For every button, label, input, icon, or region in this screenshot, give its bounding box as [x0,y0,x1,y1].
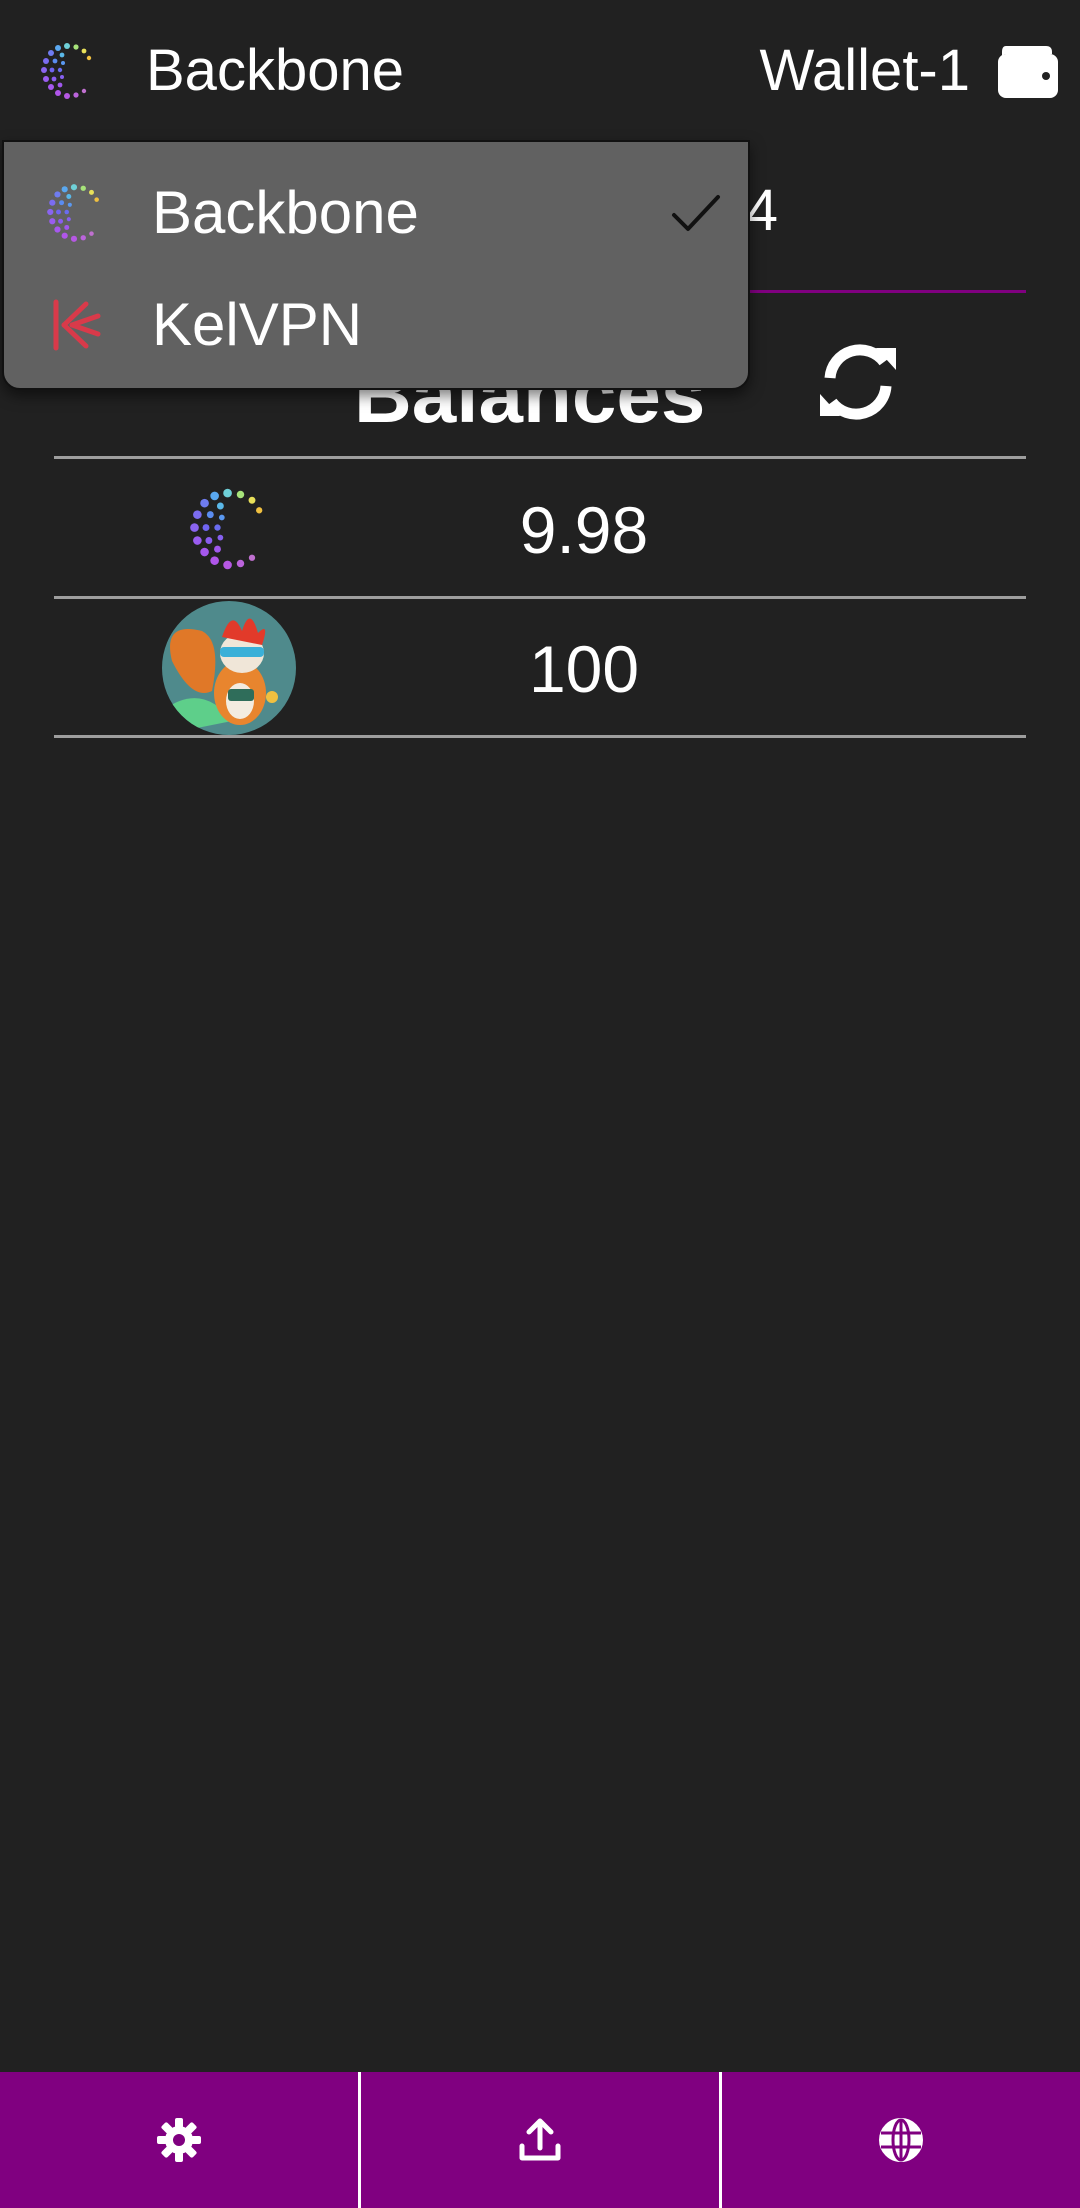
refresh-icon[interactable] [810,334,906,430]
upload-icon [519,2118,561,2161]
wallet-address-fragment: 4 [745,178,778,243]
backbone-logo-icon [41,43,92,99]
token-icon-container [162,601,296,735]
wallet-selector[interactable]: Wallet-1 [759,36,1060,106]
balance-row[interactable]: 9.98 [54,460,1026,599]
wallet-icon [998,46,1058,98]
settings-button[interactable] [0,2072,361,2208]
top-bar: Backbone Wallet-1 [0,0,1080,140]
balance-amount: 9.98 [519,493,649,567]
network-name: Backbone [146,38,404,103]
network-dropdown-menu: Backbone KelVPN [2,140,750,390]
checkmark-icon [672,195,720,231]
balance-row[interactable]: 100 [54,599,1026,738]
squirrel-token-icon [162,601,296,735]
network-option-label: KelVPN [152,291,363,358]
balance-amount: 100 [528,632,640,706]
app-screen: Backbone Wallet-1 4 Balances 9.98 100 Ba… [0,0,1080,2208]
network-option-label: Backbone [152,179,419,246]
kelvpn-logo-icon [53,299,101,351]
send-button[interactable] [361,2072,722,2208]
backbone-logo-icon [47,184,99,242]
network-selector[interactable]: Backbone [36,36,404,106]
network-option-backbone[interactable]: Backbone [4,158,748,268]
bottom-nav-bar [0,2072,1080,2208]
token-icon-container [162,462,296,596]
globe-icon [879,2118,923,2162]
wallet-name: Wallet-1 [759,38,970,103]
network-option-kelvpn[interactable]: KelVPN [4,270,748,380]
gear-icon [157,2118,201,2162]
backbone-token-icon [190,488,263,570]
network-button[interactable] [722,2072,1080,2208]
